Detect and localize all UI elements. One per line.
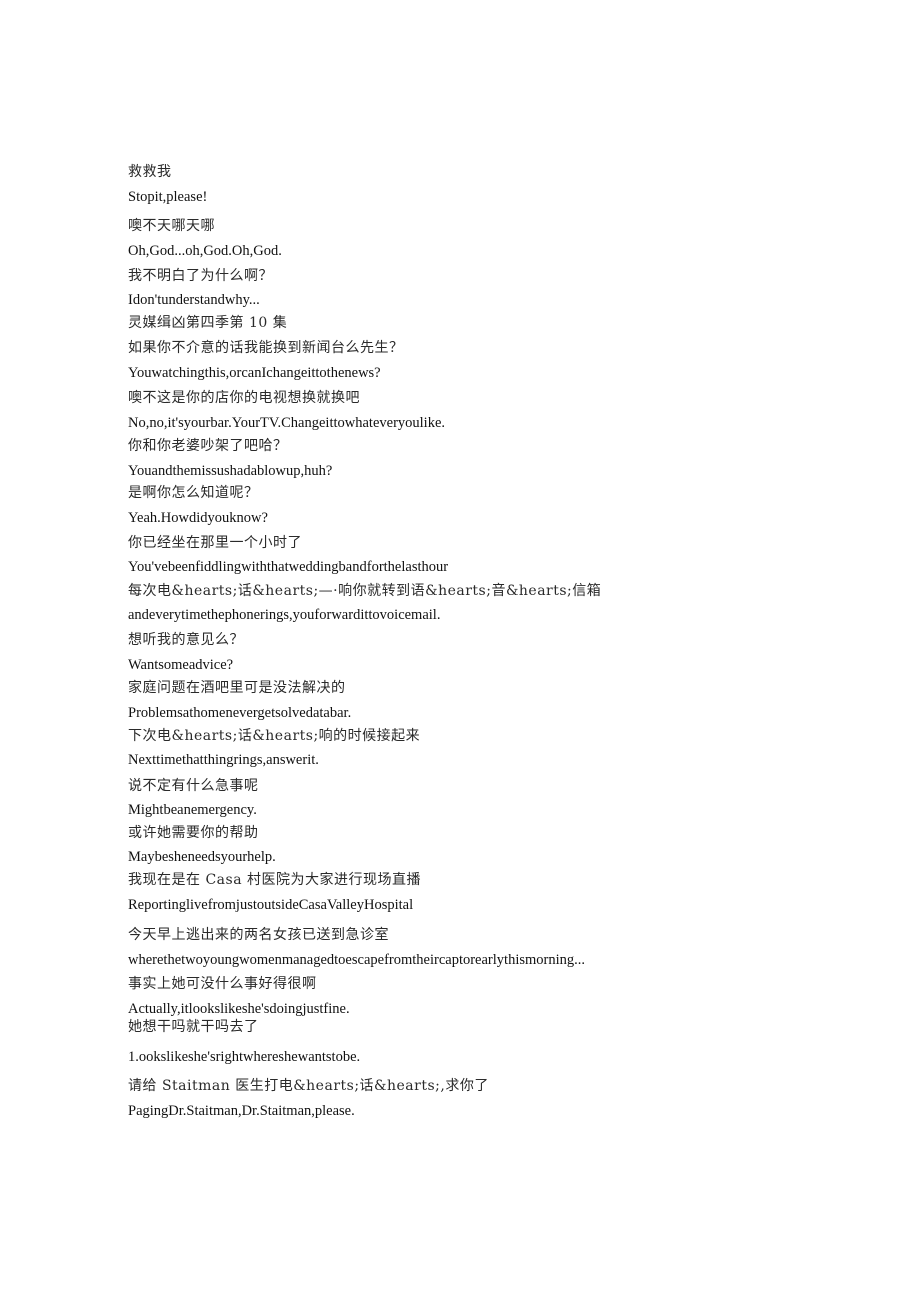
subtitle-line-zh: 你和你老婆吵架了吧哈？ (128, 438, 288, 454)
subtitle-line-zh: 噢不天哪天哪 (128, 218, 215, 234)
subtitle-line-en: ReportinglivefromjustoutsideCasaValleyHo… (128, 897, 414, 913)
subtitle-line-zh: 每次电&hearts;话&hearts;—·响你就转到语&hearts;音&he… (128, 583, 602, 599)
subtitle-line-en: Problemsathomenevergetsolvedatabar. (128, 705, 352, 721)
subtitle-line-zh: 下次电&hearts;话&hearts;响的时候接起来 (128, 728, 421, 744)
subtitle-line-zh: 我现在是在 Casa 村医院为大家进行现场直播 (128, 872, 421, 888)
subtitle-line-zh: 你已经坐在那里一个小时了 (128, 535, 302, 551)
episode-title: 灵媒缉凶第四季第 10 集 (128, 315, 288, 331)
subtitle-line-en: Youwatchingthis,orcanIchangeittothenews? (128, 365, 381, 381)
subtitle-line-en: Yeah.Howdidyouknow? (128, 510, 268, 526)
subtitle-line-en: Youandthemissushadablowup,huh? (128, 463, 333, 479)
subtitle-line-en: andeverytimethephonerings,youforwarditto… (128, 607, 441, 623)
subtitle-line-en: No,no,it'syourbar.YourTV.Changeittowhate… (128, 415, 446, 431)
subtitle-line-zh: 噢不这是你的店你的电视想换就换吧 (128, 390, 360, 406)
subtitle-line-zh: 今天早上逃出来的两名女孩已送到急诊室 (128, 927, 389, 943)
subtitle-line-zh: 我不明白了为什么啊？ (128, 268, 273, 284)
subtitle-line-en: Maybesheneedsyourhelp. (128, 849, 276, 865)
subtitle-line-en: Nexttimethatthingrings,answerit. (128, 752, 319, 768)
subtitle-line-zh: 是啊你怎么知道呢？ (128, 485, 259, 501)
subtitle-line-zh: 她想干吗就干吗去了 (128, 1019, 259, 1035)
subtitle-line-zh: 如果你不介意的话我能换到新闻台么先生？ (128, 340, 404, 356)
subtitle-line-en: Idon'tunderstandwhy... (128, 292, 260, 308)
subtitle-line-zh: 请给 Staitman 医生打电&hearts;话&hearts;,求你了 (128, 1078, 489, 1094)
subtitle-line-en: Oh,God...oh,God.Oh,God. (128, 243, 282, 259)
subtitle-line-en: Mightbeanemergency. (128, 802, 257, 818)
subtitle-line-en: Actually,itlookslikeshe'sdoingjustfine. (128, 1001, 350, 1017)
subtitle-line-en: Wantsomeadvice? (128, 657, 234, 673)
subtitle-line-zh: 说不定有什么急事呢 (128, 778, 259, 794)
subtitle-line-en: You'vebeenfiddlingwiththatweddingbandfor… (128, 559, 449, 575)
subtitle-line-en: 1.ookslikeshe'srightwhereshewantstobe. (128, 1049, 361, 1065)
subtitle-line-en: wherethetwoyoungwomenmanagedtoescapefrom… (128, 952, 585, 968)
subtitle-line-en: PagingDr.Staitman,Dr.Staitman,please. (128, 1103, 355, 1119)
subtitle-line-en: Stopit,please! (128, 189, 208, 205)
subtitle-line-zh: 事实上她可没什么事好得很啊 (128, 976, 317, 992)
subtitle-line-zh: 或许她需要你的帮助 (128, 825, 259, 841)
subtitle-line-zh: 想听我的意见么？ (128, 632, 244, 648)
subtitle-line-zh: 家庭问题在酒吧里可是没法解决的 (128, 680, 346, 696)
subtitle-line-zh: 救救我 (128, 164, 172, 180)
